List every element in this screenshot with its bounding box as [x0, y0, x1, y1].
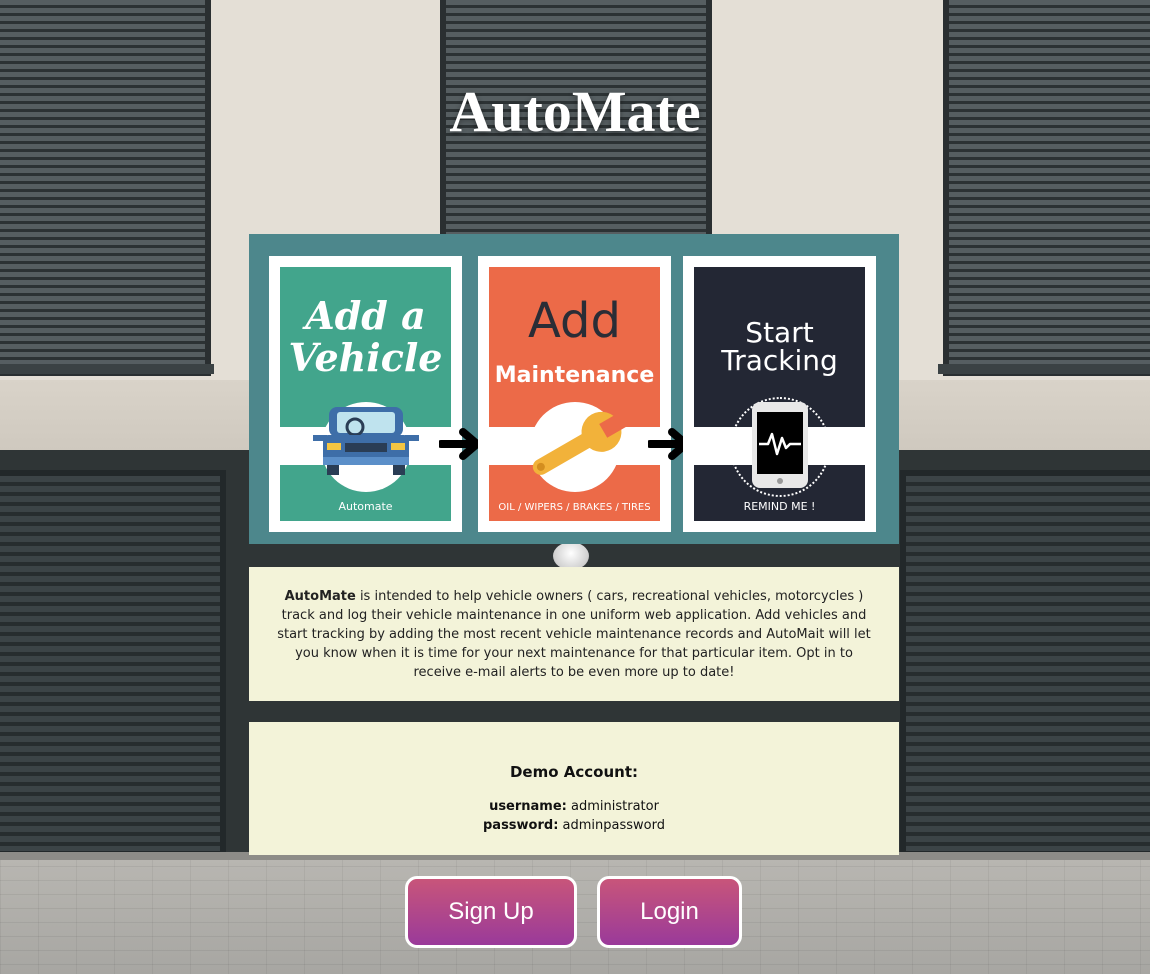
password-label: password:	[482, 818, 559, 833]
step-heading: Add	[528, 293, 621, 349]
step-card-start-tracking: Start Tracking REMIND ME !	[683, 256, 876, 532]
app-description: AutoMate is intended to help vehicle own…	[249, 567, 899, 701]
login-button[interactable]: Login	[597, 876, 742, 948]
step-subheading: Maintenance	[494, 363, 655, 388]
step-caption: Automate	[338, 500, 393, 513]
demo-account-panel: Demo Account: username: administrator pa…	[249, 722, 899, 855]
brand-name: AutoMate	[284, 589, 356, 604]
step-card-add-vehicle: Add a Vehicle Automate	[269, 256, 462, 532]
step-caption: OIL / WIPERS / BRAKES / TIRES	[498, 502, 651, 513]
demo-heading: Demo Account:	[509, 763, 638, 781]
step-panel: Add a Vehicle Automate	[280, 267, 451, 521]
signup-button[interactable]: Sign Up	[405, 876, 577, 948]
wrench-icon	[532, 411, 627, 475]
step-panel: Add Maintenance OIL / WIPERS / BRAKES / …	[489, 267, 660, 521]
phone-heartbeat-icon	[752, 402, 808, 488]
username-label: username:	[489, 799, 567, 814]
step-caption: REMIND ME !	[743, 500, 816, 513]
description-text: is intended to help vehicle owners ( car…	[277, 589, 871, 680]
feature-banner: Add a Vehicle Automate Add Maintenance O…	[249, 234, 899, 544]
step-panel: Start Tracking REMIND ME !	[694, 267, 865, 521]
car-icon	[313, 407, 419, 475]
step-card-add-maintenance: Add Maintenance OIL / WIPERS / BRAKES / …	[478, 256, 671, 532]
demo-username: username: administrator	[249, 799, 899, 814]
password-value: adminpassword	[558, 818, 665, 833]
step-heading: Add a Vehicle	[288, 293, 443, 380]
demo-password: password: adminpassword	[249, 818, 899, 833]
page-title: AutoMate	[449, 79, 701, 144]
username-value: administrator	[566, 799, 659, 814]
step-heading: Start Tracking	[721, 316, 838, 377]
